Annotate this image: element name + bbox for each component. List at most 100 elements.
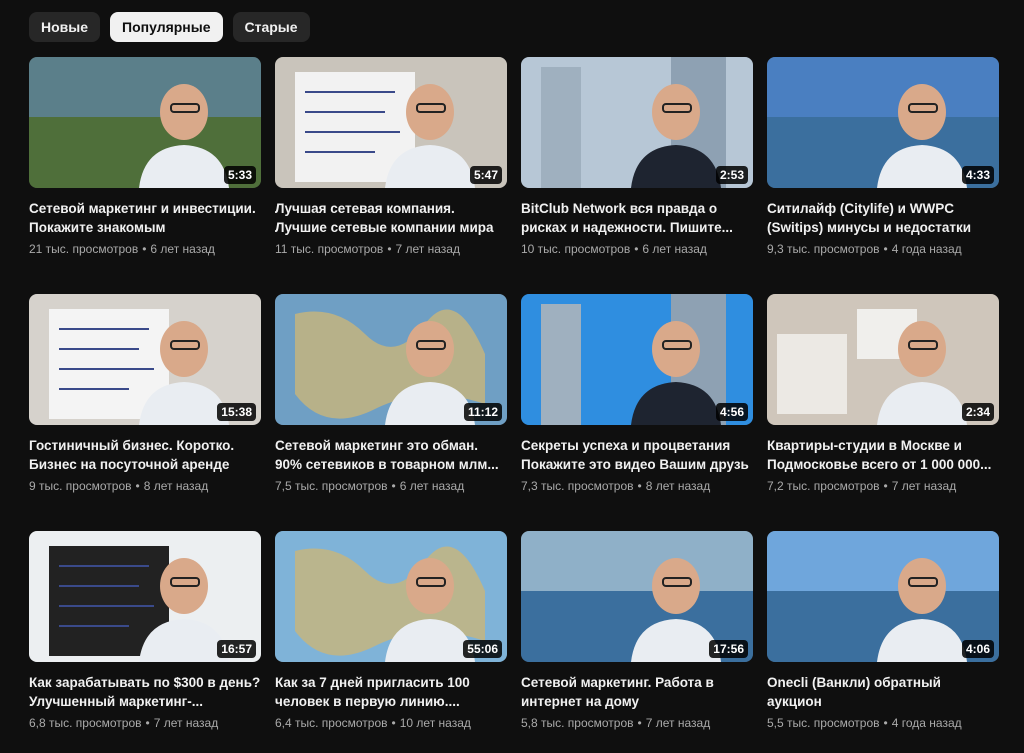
video-card[interactable]: 5:33 Сетевой маркетинг и инвестиции. Пок…: [29, 57, 261, 272]
duration-badge: 2:53: [715, 166, 748, 184]
view-count: 5,5 тыс. просмотров: [767, 716, 880, 730]
video-title[interactable]: Сетевой маркетинг это обман. 90% сетевик…: [275, 436, 507, 474]
video-card[interactable]: 55:06 Как за 7 дней пригласить 100 челов…: [275, 531, 507, 746]
video-thumbnail[interactable]: 4:56: [521, 294, 753, 425]
view-count: 7,2 тыс. просмотров: [767, 479, 880, 493]
video-thumbnail[interactable]: 11:12: [275, 294, 507, 425]
video-card[interactable]: 2:34 Квартиры-студии в Москве и Подмоско…: [767, 294, 999, 509]
duration-badge: 4:56: [715, 403, 748, 421]
upload-age: 8 лет назад: [645, 479, 711, 493]
upload-age: 7 лет назад: [891, 479, 957, 493]
duration-badge: 55:06: [463, 640, 502, 658]
video-thumbnail[interactable]: 5:47: [275, 57, 507, 188]
video-meta: 11 тыс. просмотров • 7 лет назад: [275, 242, 507, 256]
meta-separator: •: [387, 242, 392, 256]
meta-separator: •: [883, 242, 888, 256]
meta-separator: •: [637, 716, 642, 730]
video-title[interactable]: Сетевой маркетинг. Работа в интернет на …: [521, 673, 753, 711]
video-title[interactable]: Сетевой маркетинг и инвестиции. Покажите…: [29, 199, 261, 237]
duration-badge: 5:47: [469, 166, 502, 184]
upload-age: 7 лет назад: [153, 716, 219, 730]
video-thumbnail[interactable]: 2:53: [521, 57, 753, 188]
video-meta: 7,3 тыс. просмотров • 8 лет назад: [521, 479, 753, 493]
video-card[interactable]: 16:57 Как зарабатывать по $300 в день? У…: [29, 531, 261, 746]
view-count: 5,8 тыс. просмотров: [521, 716, 634, 730]
upload-age: 4 года назад: [891, 242, 962, 256]
video-card[interactable]: 5:47 Лучшая сетевая компания. Лучшие сет…: [275, 57, 507, 272]
video-thumbnail[interactable]: 15:38: [29, 294, 261, 425]
duration-badge: 11:12: [463, 403, 502, 421]
chip-old[interactable]: Старые: [232, 12, 310, 42]
meta-separator: •: [391, 479, 396, 493]
meta-separator: •: [883, 479, 888, 493]
video-title[interactable]: Гостиничный бизнес. Коротко. Бизнес на п…: [29, 436, 261, 474]
video-title[interactable]: Ситилайф (Citylife) и WWPC (Switips) мин…: [767, 199, 999, 237]
video-title[interactable]: Onecli (Ванкли) обратный аукцион: [767, 673, 999, 711]
upload-age: 6 лет назад: [399, 479, 465, 493]
upload-age: 10 лет назад: [399, 716, 471, 730]
meta-separator: •: [637, 479, 642, 493]
video-meta: 5,8 тыс. просмотров • 7 лет назад: [521, 716, 753, 730]
duration-badge: 17:56: [709, 640, 748, 658]
video-card[interactable]: 4:33 Ситилайф (Citylife) и WWPC (Switips…: [767, 57, 999, 272]
upload-age: 6 лет назад: [642, 242, 707, 256]
duration-badge: 2:34: [961, 403, 994, 421]
video-meta: 21 тыс. просмотров • 6 лет назад: [29, 242, 261, 256]
view-count: 9 тыс. просмотров: [29, 479, 132, 493]
video-thumbnail[interactable]: 16:57: [29, 531, 261, 662]
video-meta: 9,3 тыс. просмотров • 4 года назад: [767, 242, 999, 256]
duration-badge: 4:06: [961, 640, 994, 658]
duration-badge: 4:33: [961, 166, 994, 184]
upload-age: 7 лет назад: [395, 242, 460, 256]
meta-separator: •: [883, 716, 888, 730]
view-count: 11 тыс. просмотров: [275, 242, 384, 256]
video-thumbnail[interactable]: 5:33: [29, 57, 261, 188]
video-meta: 7,5 тыс. просмотров • 6 лет назад: [275, 479, 507, 493]
video-title[interactable]: Лучшая сетевая компания. Лучшие сетевые …: [275, 199, 507, 237]
video-thumbnail[interactable]: 17:56: [521, 531, 753, 662]
video-card[interactable]: 2:53 BitClub Network вся правда о рисках…: [521, 57, 753, 272]
video-card[interactable]: 4:06 Onecli (Ванкли) обратный аукцион 5,…: [767, 531, 999, 746]
video-card[interactable]: 15:38 Гостиничный бизнес. Коротко. Бизне…: [29, 294, 261, 509]
video-grid: 5:33 Сетевой маркетинг и инвестиции. Пок…: [29, 57, 999, 746]
view-count: 6,4 тыс. просмотров: [275, 716, 388, 730]
upload-age: 8 лет назад: [143, 479, 209, 493]
video-meta: 6,4 тыс. просмотров • 10 лет назад: [275, 716, 507, 730]
video-thumbnail[interactable]: 4:33: [767, 57, 999, 188]
video-thumbnail[interactable]: 55:06: [275, 531, 507, 662]
video-title[interactable]: Как зарабатывать по $300 в день? Улучшен…: [29, 673, 261, 711]
video-card[interactable]: 11:12 Сетевой маркетинг это обман. 90% с…: [275, 294, 507, 509]
meta-separator: •: [142, 242, 147, 256]
video-meta: 7,2 тыс. просмотров • 7 лет назад: [767, 479, 999, 493]
view-count: 10 тыс. просмотров: [521, 242, 631, 256]
filter-chips: Новые Популярные Старые: [29, 12, 310, 42]
video-title[interactable]: Квартиры-студии в Москве и Подмосковье в…: [767, 436, 999, 474]
meta-separator: •: [634, 242, 639, 256]
view-count: 7,5 тыс. просмотров: [275, 479, 388, 493]
view-count: 9,3 тыс. просмотров: [767, 242, 880, 256]
video-thumbnail[interactable]: 2:34: [767, 294, 999, 425]
video-card[interactable]: 17:56 Сетевой маркетинг. Работа в интерн…: [521, 531, 753, 746]
video-title[interactable]: Как за 7 дней пригласить 100 человек в п…: [275, 673, 507, 711]
chip-popular[interactable]: Популярные: [110, 12, 223, 42]
view-count: 7,3 тыс. просмотров: [521, 479, 634, 493]
video-card[interactable]: 4:56 Секреты успеха и процветания Покажи…: [521, 294, 753, 509]
upload-age: 4 года назад: [891, 716, 962, 730]
meta-separator: •: [135, 479, 140, 493]
view-count: 21 тыс. просмотров: [29, 242, 139, 256]
view-count: 6,8 тыс. просмотров: [29, 716, 142, 730]
duration-badge: 5:33: [223, 166, 256, 184]
duration-badge: 16:57: [217, 640, 256, 658]
upload-age: 6 лет назад: [150, 242, 215, 256]
duration-badge: 15:38: [217, 403, 256, 421]
video-title[interactable]: Секреты успеха и процветания Покажите эт…: [521, 436, 753, 474]
video-thumbnail[interactable]: 4:06: [767, 531, 999, 662]
video-meta: 10 тыс. просмотров • 6 лет назад: [521, 242, 753, 256]
chip-new[interactable]: Новые: [29, 12, 101, 42]
video-meta: 6,8 тыс. просмотров • 7 лет назад: [29, 716, 261, 730]
meta-separator: •: [145, 716, 150, 730]
video-title[interactable]: BitClub Network вся правда о рисках и на…: [521, 199, 753, 237]
video-meta: 9 тыс. просмотров • 8 лет назад: [29, 479, 261, 493]
upload-age: 7 лет назад: [645, 716, 711, 730]
video-meta: 5,5 тыс. просмотров • 4 года назад: [767, 716, 999, 730]
